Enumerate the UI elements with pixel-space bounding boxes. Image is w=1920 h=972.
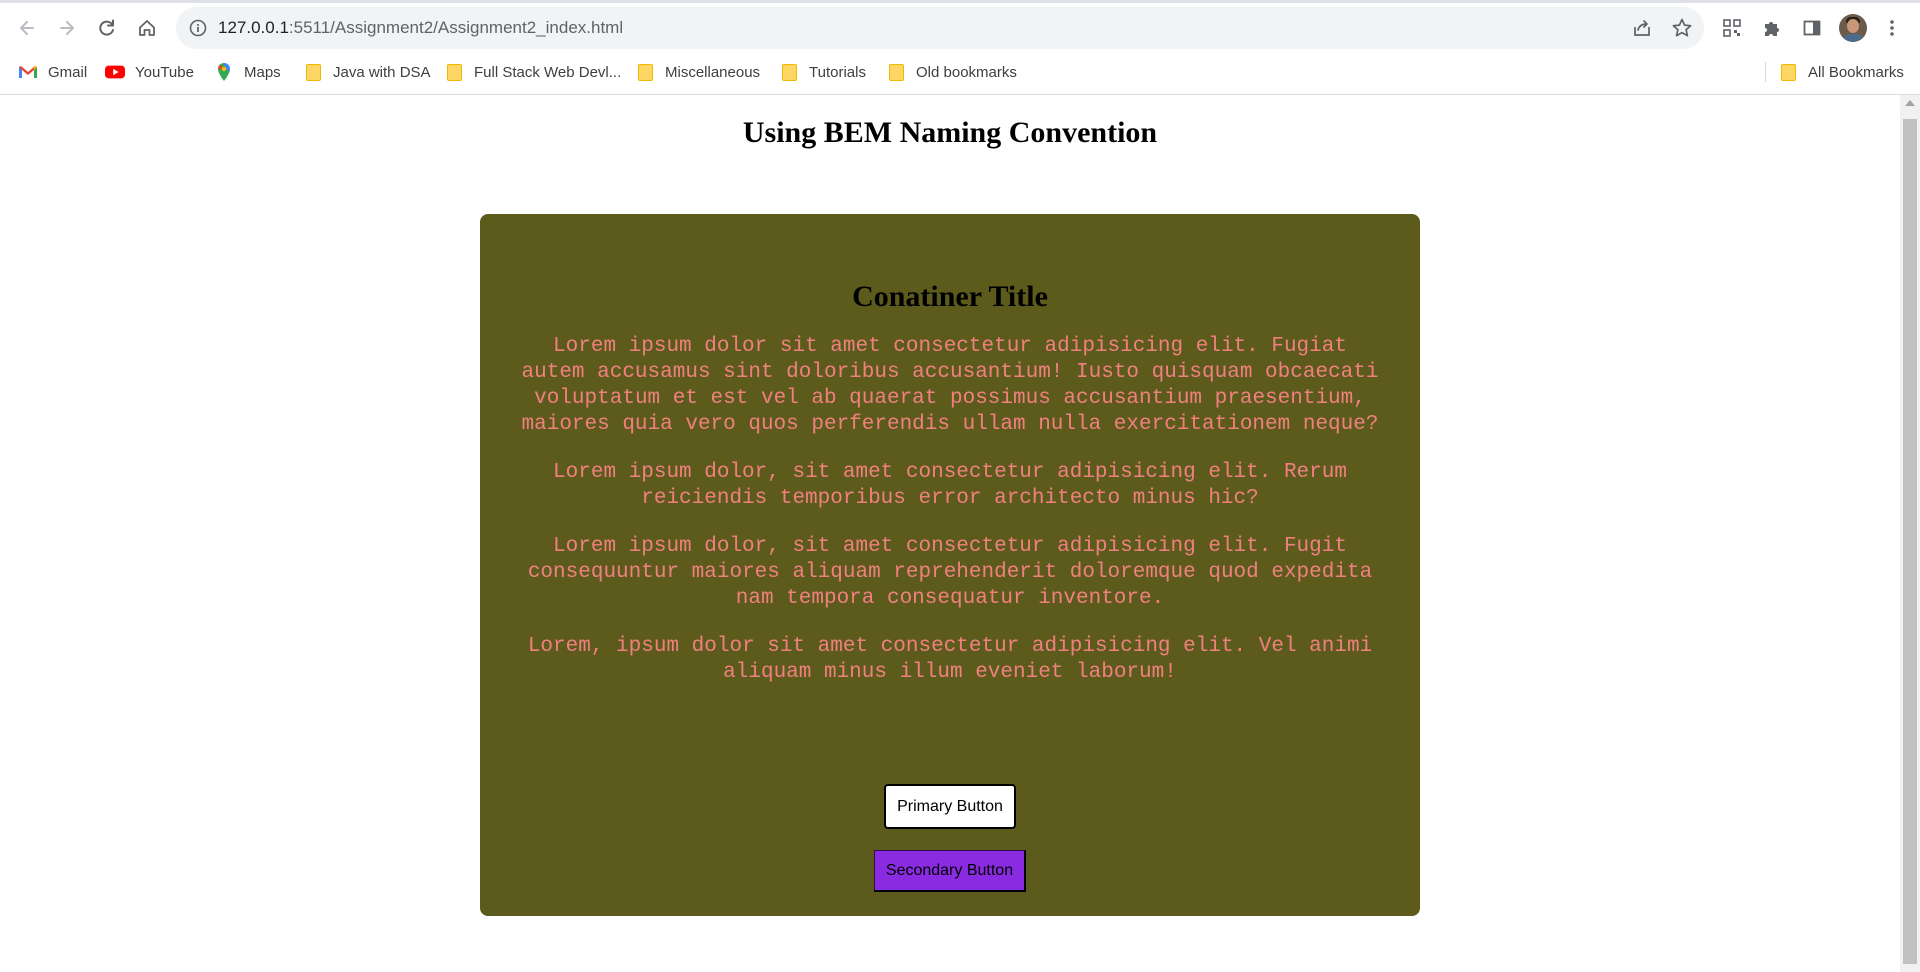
- info-icon[interactable]: [188, 18, 208, 38]
- side-panel-icon[interactable]: [1798, 14, 1826, 42]
- maps-icon: [214, 62, 234, 82]
- youtube-icon: [105, 62, 125, 82]
- bookmark-folder-full-stack[interactable]: Full Stack Web Devl...: [444, 56, 621, 88]
- secondary-button[interactable]: Secondary Button: [874, 850, 1026, 892]
- folder-icon: [635, 62, 655, 82]
- container-paragraph-2: Lorem ipsum dolor, sit amet consectetur …: [553, 461, 1347, 510]
- primary-button[interactable]: Primary Button: [884, 784, 1016, 829]
- browser-toolbar: 127.0.0.1:5511/Assignment2/Assignment2_i…: [0, 0, 1920, 56]
- avatar-face: [1847, 19, 1859, 33]
- container-title: Conatiner Title: [852, 280, 1048, 313]
- share-icon[interactable]: [1630, 16, 1654, 40]
- folder-icon: [444, 62, 464, 82]
- bookmark-folder-miscellaneous[interactable]: Miscellaneous: [635, 56, 760, 88]
- bookmark-label: Maps: [244, 63, 281, 81]
- kebab-menu-icon[interactable]: [1878, 14, 1906, 42]
- bookmark-label: YouTube: [135, 63, 194, 81]
- folder-icon: [1778, 62, 1798, 82]
- bookmark-maps[interactable]: Maps: [214, 56, 281, 88]
- bookmarks-bar: Gmail YouTube Maps Java with DSA Full St…: [0, 56, 1920, 95]
- bookmark-label: Old bookmarks: [916, 63, 1017, 81]
- home-icon[interactable]: [131, 12, 163, 44]
- puzzle-icon[interactable]: [1758, 14, 1786, 42]
- url-text[interactable]: 127.0.0.1:5511/Assignment2/Assignment2_i…: [218, 7, 623, 49]
- star-icon[interactable]: [1670, 16, 1694, 40]
- bookmark-label: Tutorials: [809, 63, 866, 81]
- address-bar[interactable]: 127.0.0.1:5511/Assignment2/Assignment2_i…: [176, 7, 1704, 49]
- container-paragraph-1: Lorem ipsum dolor sit amet consectetur a…: [521, 335, 1379, 436]
- bookmark-folder-old-bookmarks[interactable]: Old bookmarks: [886, 56, 1017, 88]
- vertical-scrollbar[interactable]: [1900, 95, 1920, 972]
- page-title: Using BEM Naming Convention: [742, 116, 1158, 149]
- url-path: :5511/Assignment2/Assignment2_index.html: [288, 18, 624, 37]
- bookmark-youtube[interactable]: YouTube: [105, 56, 194, 88]
- all-bookmarks-label: All Bookmarks: [1808, 63, 1904, 81]
- bookmark-label: Miscellaneous: [665, 63, 761, 81]
- reload-icon[interactable]: [91, 12, 123, 44]
- bookmark-all-bookmarks[interactable]: All Bookmarks: [1778, 56, 1904, 88]
- bookmarks-divider: [1765, 62, 1766, 82]
- bookmark-folder-java-with-dsa[interactable]: Java with DSA: [303, 56, 431, 88]
- container-paragraph-3: Lorem ipsum dolor, sit amet consectetur …: [527, 535, 1373, 610]
- arrow-right-icon[interactable]: [51, 12, 83, 44]
- arrow-left-icon[interactable]: [11, 12, 43, 44]
- bookmark-label: Java with DSA: [333, 63, 431, 81]
- profile-avatar[interactable]: [1839, 14, 1867, 42]
- qr-code-icon[interactable]: [1718, 14, 1746, 42]
- bookmark-label: Gmail: [48, 63, 88, 81]
- folder-icon: [779, 62, 799, 82]
- content-container: Conatiner Title Lorem ipsum dolor sit am…: [480, 214, 1420, 916]
- url-host: 127.0.0.1: [218, 18, 289, 37]
- bookmark-gmail[interactable]: Gmail: [18, 56, 87, 88]
- container-paragraph-4: Lorem, ipsum dolor sit amet consectetur …: [527, 635, 1373, 684]
- bookmark-label: Full Stack Web Devl...: [474, 63, 622, 81]
- gmail-icon: [18, 62, 38, 82]
- scroll-up-arrow-icon[interactable]: [1905, 100, 1915, 106]
- bookmark-folder-tutorials[interactable]: Tutorials: [779, 56, 866, 88]
- scrollbar-thumb[interactable]: [1903, 119, 1917, 964]
- tab-strip: [0, 0, 1920, 3]
- folder-icon: [303, 62, 323, 82]
- folder-icon: [886, 62, 906, 82]
- avatar-shirt: [1842, 34, 1864, 42]
